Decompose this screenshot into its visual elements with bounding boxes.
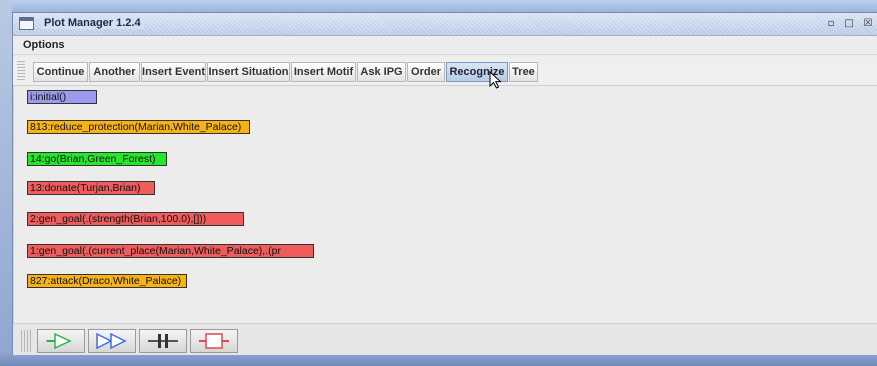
insert-situation-button[interactable]: Insert Situation bbox=[207, 62, 290, 82]
fast-forward-button[interactable] bbox=[88, 329, 136, 353]
desktop-left-strip bbox=[0, 0, 12, 366]
controls-grip[interactable] bbox=[21, 330, 31, 352]
menu-options[interactable]: Options bbox=[23, 39, 65, 51]
insert-motif-button[interactable]: Insert Motif bbox=[291, 62, 356, 82]
plot-node-go[interactable]: 14:go(Brian,Green_Forest) bbox=[27, 152, 167, 166]
maximize-icon[interactable]: □ bbox=[843, 18, 855, 29]
window-title: Plot Manager 1.2.4 bbox=[41, 17, 144, 29]
window-icon bbox=[19, 17, 34, 30]
title-bar[interactable]: Plot Manager 1.2.4 ▫ □ ☒ bbox=[13, 13, 877, 36]
desktop-top-strip bbox=[0, 0, 877, 12]
plot-node-attack[interactable]: 827:attack(Draco,White_Palace) bbox=[27, 274, 187, 288]
close-icon[interactable]: ☒ bbox=[862, 18, 874, 29]
plot-node-gen-goal-strength[interactable]: 2:gen_goal(.(strength(Brian,100.0),[])) bbox=[27, 212, 244, 226]
pause-button[interactable] bbox=[139, 329, 187, 353]
play-icon bbox=[46, 333, 72, 349]
tree-button[interactable]: Tree bbox=[509, 62, 538, 82]
insert-event-button[interactable]: Insert Event bbox=[141, 62, 206, 82]
stop-icon bbox=[199, 333, 229, 349]
playback-controls bbox=[13, 323, 877, 355]
play-button[interactable] bbox=[37, 329, 85, 353]
plot-node-reduce-protection[interactable]: 813:reduce_protection(Marian,White_Palac… bbox=[27, 120, 250, 134]
plot-node-donate[interactable]: 13:donate(Turjan,Brian) bbox=[27, 181, 155, 195]
toolbar-grip[interactable] bbox=[17, 61, 25, 81]
ask-ipg-button[interactable]: Ask IPG bbox=[357, 62, 406, 82]
plot-node-initial[interactable]: i:initial() bbox=[27, 90, 97, 104]
continue-button[interactable]: Continue bbox=[33, 62, 88, 82]
fast-forward-icon bbox=[96, 333, 127, 349]
minimize-icon[interactable]: ▫ bbox=[825, 18, 837, 29]
mouse-cursor-icon bbox=[489, 71, 502, 89]
toolbar: Continue Another Insert Event Insert Sit… bbox=[13, 57, 877, 89]
plot-manager-window: Plot Manager 1.2.4 ▫ □ ☒ Options Continu… bbox=[12, 12, 877, 355]
order-button[interactable]: Order bbox=[407, 62, 445, 82]
menu-bar: Options bbox=[13, 36, 877, 55]
stop-button[interactable] bbox=[190, 329, 238, 353]
pause-icon bbox=[148, 334, 178, 348]
plot-node-gen-goal-current-place[interactable]: 1:gen_goal(.(current_place(Marian,White_… bbox=[27, 244, 314, 258]
another-button[interactable]: Another bbox=[89, 62, 140, 82]
